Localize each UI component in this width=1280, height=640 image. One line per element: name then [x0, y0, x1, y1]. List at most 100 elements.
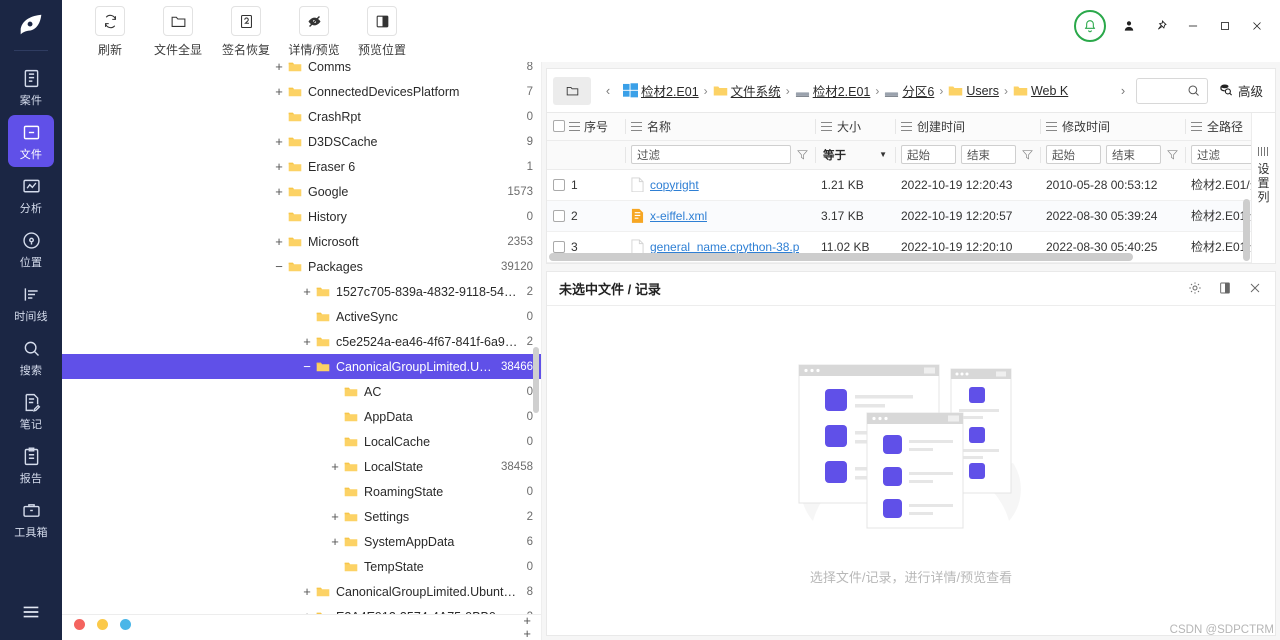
refresh-button[interactable]: 刷新	[76, 0, 144, 58]
bell-icon[interactable]	[1074, 10, 1106, 42]
tree-expander[interactable]: −	[300, 360, 314, 373]
tree-item[interactable]: + LocalState 38458	[62, 454, 541, 479]
column-settings-button[interactable]: 设置列	[1251, 113, 1275, 263]
breadcrumb-item[interactable]: Users	[948, 84, 999, 98]
funnel-icon[interactable]	[1166, 148, 1179, 161]
filter-modified-start[interactable]: 起始	[1046, 145, 1101, 164]
tree-expander[interactable]: +	[300, 585, 314, 598]
minimize-icon[interactable]	[1184, 17, 1202, 35]
tree-expander[interactable]: +	[272, 185, 286, 198]
tree-item[interactable]: AC 0	[62, 379, 541, 404]
tree-item[interactable]: ActiveSync 0	[62, 304, 541, 329]
tree-item[interactable]: CrashRpt 0	[62, 104, 541, 129]
breadcrumb-item[interactable]: 检材2.E01	[795, 81, 870, 100]
tree-vertical-scrollbar[interactable]	[533, 347, 539, 413]
row-checkbox[interactable]	[553, 209, 565, 222]
row-checkbox[interactable]	[553, 240, 565, 253]
table-vertical-scrollbar[interactable]	[1243, 199, 1250, 261]
table-row[interactable]: 2 x-eiffel.xml 3.17 KB 2022-10-19 12:20:57 2…	[547, 200, 1251, 232]
tree-item[interactable]: + Eraser 6 1	[62, 154, 541, 179]
preview-position-button[interactable]: 预览位置	[348, 0, 416, 58]
row-checkbox[interactable]	[553, 178, 565, 191]
maximize-icon[interactable]	[1216, 17, 1234, 35]
column-header-name[interactable]: 名称	[625, 113, 815, 141]
signature-recover-button[interactable]: 签名恢复	[212, 0, 280, 58]
breadcrumb-item[interactable]: 检材2.E01	[623, 81, 699, 100]
tree-item[interactable]: + Google 1573	[62, 179, 541, 204]
hamburger-icon[interactable]	[0, 594, 62, 630]
tree-item[interactable]: + CanonicalGroupLimited.Ubuntu22.04LTS ..…	[62, 579, 541, 604]
column-header-created[interactable]: 创建时间	[895, 113, 1040, 141]
file-name-link[interactable]: general_name.cpython-38.p	[650, 240, 799, 254]
sidebar-item-timeline[interactable]: 时间线	[8, 277, 54, 329]
file-name-link[interactable]: copyright	[650, 178, 699, 192]
tree-expander[interactable]: +	[272, 85, 286, 98]
pin-icon[interactable]	[1152, 17, 1170, 35]
close-icon[interactable]	[1248, 17, 1266, 35]
breadcrumb-item[interactable]: 分区6	[884, 81, 934, 100]
tree-item[interactable]: + ConnectedDevicesPlatform 7	[62, 79, 541, 104]
back-arrow[interactable]: ‹	[599, 83, 617, 98]
tree-item[interactable]: LocalCache 0	[62, 429, 541, 454]
filter-fullpath-input[interactable]: 过滤	[1191, 145, 1251, 164]
show-all-files-button[interactable]: 文件全显	[144, 0, 212, 58]
filter-size-operator[interactable]: 等于 ▼	[821, 145, 889, 164]
sidebar-item-files[interactable]: 文件	[8, 115, 54, 167]
tree-item[interactable]: + Microsoft 2353	[62, 229, 541, 254]
tree-item[interactable]: RoamingState 0	[62, 479, 541, 504]
panel-layout-icon[interactable]	[1217, 280, 1233, 296]
select-all-checkbox[interactable]	[553, 120, 565, 133]
sidebar-item-notes[interactable]: 笔记	[8, 385, 54, 437]
file-name-link[interactable]: x-eiffel.xml	[650, 209, 707, 223]
breadcrumb-item[interactable]: 文件系统	[713, 81, 781, 100]
tree-expander[interactable]: +	[328, 460, 342, 473]
tree-item[interactable]: + Settings 2	[62, 504, 541, 529]
tree-item[interactable]: + SystemAppData 6	[62, 529, 541, 554]
column-header-size[interactable]: 大小	[815, 113, 895, 141]
advanced-search-button[interactable]: 高级	[1218, 81, 1263, 100]
breadcrumb-item[interactable]: Web K	[1013, 84, 1068, 98]
tree-item[interactable]: +1527c705-839a-4832-9118-54d4Bd6a0c8... 2	[62, 279, 541, 304]
tree-expander[interactable]: +	[272, 160, 286, 173]
tree-expander[interactable]: +	[300, 285, 314, 298]
expand-collapse-all-icon[interactable]: + +	[523, 614, 531, 640]
tree-item[interactable]: + Comms 8	[62, 62, 541, 79]
tree-expander[interactable]: −	[272, 260, 286, 273]
tree-item[interactable]: − CanonicalGroupLimited.Ubuntu20.04... 384…	[62, 354, 541, 379]
forward-arrow[interactable]: ›	[1114, 83, 1132, 98]
column-header-modified[interactable]: 修改时间	[1040, 113, 1185, 141]
sidebar-item-report[interactable]: 报告	[8, 439, 54, 491]
tree-item[interactable]: AppData 0	[62, 404, 541, 429]
filter-created-end[interactable]: 结束	[961, 145, 1016, 164]
filter-created-start[interactable]: 起始	[901, 145, 956, 164]
tree-item[interactable]: − Packages 39120	[62, 254, 541, 279]
gear-icon[interactable]	[1187, 280, 1203, 296]
tree-item[interactable]: TempState 0	[62, 554, 541, 579]
column-header-fullpath[interactable]: 全路径	[1185, 113, 1251, 141]
tree-expander[interactable]: +	[272, 235, 286, 248]
tree-expander[interactable]: +	[272, 62, 286, 73]
search-input[interactable]	[1135, 77, 1208, 104]
tree-expander[interactable]: +	[328, 510, 342, 523]
user-icon[interactable]	[1120, 17, 1138, 35]
sidebar-item-location[interactable]: 位置	[8, 223, 54, 275]
funnel-icon[interactable]	[796, 148, 809, 161]
sidebar-item-case[interactable]: 案件	[8, 61, 54, 113]
sidebar-item-toolbox[interactable]: 工具箱	[8, 493, 54, 545]
close-icon[interactable]	[1247, 280, 1263, 296]
tree-item[interactable]: + D3DSCache 9	[62, 129, 541, 154]
detail-preview-button[interactable]: 详情/预览	[280, 0, 348, 58]
table-horizontal-scrollbar[interactable]	[549, 252, 1133, 261]
folder-button[interactable]	[553, 76, 591, 105]
tree-expander[interactable]: +	[328, 535, 342, 548]
tree-expander[interactable]: +	[300, 335, 314, 348]
filter-modified-end[interactable]: 结束	[1106, 145, 1161, 164]
tree-item[interactable]: + c5e2524a-ea46-4f67-841f-6a9465d9d515...…	[62, 329, 541, 354]
sidebar-item-search[interactable]: 搜索	[8, 331, 54, 383]
sidebar-item-analysis[interactable]: 分析	[8, 169, 54, 221]
filter-name-input[interactable]: 过滤	[631, 145, 791, 164]
column-header-index[interactable]: 序号	[547, 113, 625, 141]
tree-item[interactable]: History 0	[62, 204, 541, 229]
funnel-icon[interactable]	[1021, 148, 1034, 161]
tree-expander[interactable]: +	[272, 135, 286, 148]
